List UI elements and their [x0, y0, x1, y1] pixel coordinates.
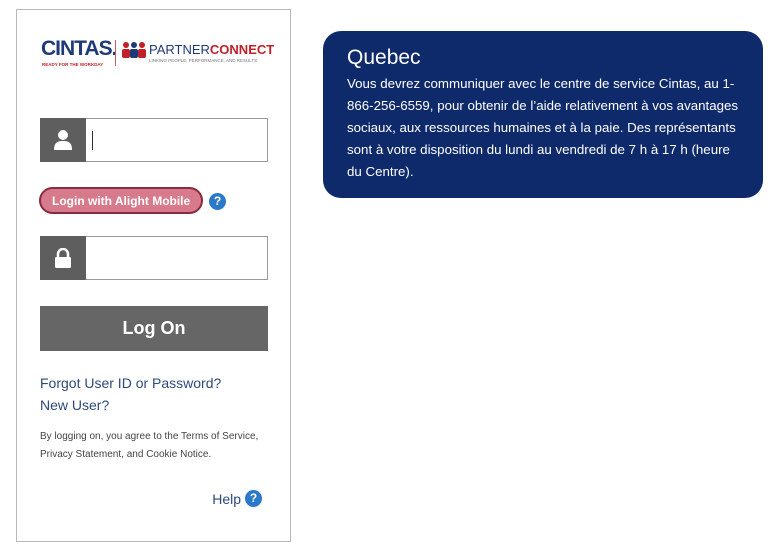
quebec-info-box: Quebec Vous devrez communiquer avec le c… [323, 31, 763, 198]
help-icon[interactable]: ? [209, 193, 226, 210]
terms-prefix: By logging on, you agree to the [40, 431, 179, 442]
log-on-button[interactable]: Log On [40, 306, 268, 351]
help-label[interactable]: Help [212, 491, 241, 507]
cintas-logo: CINTAS. [41, 37, 117, 60]
cookie-link[interactable]: Cookie Notice [146, 449, 208, 460]
terms-notice: By logging on, you agree to the Terms of… [40, 431, 259, 460]
privacy-link[interactable]: Privacy Statement [40, 449, 121, 460]
new-user-link[interactable]: New User? [40, 397, 109, 413]
user-id-field[interactable] [40, 118, 275, 162]
logo-area: CINTAS. READY FOR THE WORKDAY PARTNERCON… [41, 37, 275, 70]
lock-icon [40, 236, 86, 280]
and-text: , and [121, 448, 144, 460]
partnerconnect-tagline: LINKING PEOPLE, PERFORMANCE, AND RESULTS [149, 58, 258, 63]
logo-divider [115, 40, 116, 66]
help-link[interactable]: Help ? [212, 490, 262, 507]
info-body: Vous devrez communiquer avec le centre d… [347, 76, 739, 179]
cintas-tagline: READY FOR THE WORKDAY [42, 62, 104, 67]
password-input[interactable] [88, 237, 275, 279]
forgot-credentials-link[interactable]: Forgot User ID or Password? [40, 375, 221, 391]
terms-link[interactable]: Terms of Service [181, 431, 255, 442]
partnerconnect-logo: PARTNERCONNECT [149, 42, 275, 57]
user-id-input[interactable] [88, 119, 275, 161]
help-icon[interactable]: ? [245, 490, 262, 507]
login-panel: CINTAS. READY FOR THE WORKDAY PARTNERCON… [16, 9, 291, 542]
alight-mobile-button[interactable]: Login with Alight Mobile [39, 187, 204, 214]
people-icon [122, 42, 146, 58]
info-title: Quebec [347, 46, 421, 69]
user-icon [40, 118, 86, 162]
password-field[interactable] [40, 236, 275, 280]
